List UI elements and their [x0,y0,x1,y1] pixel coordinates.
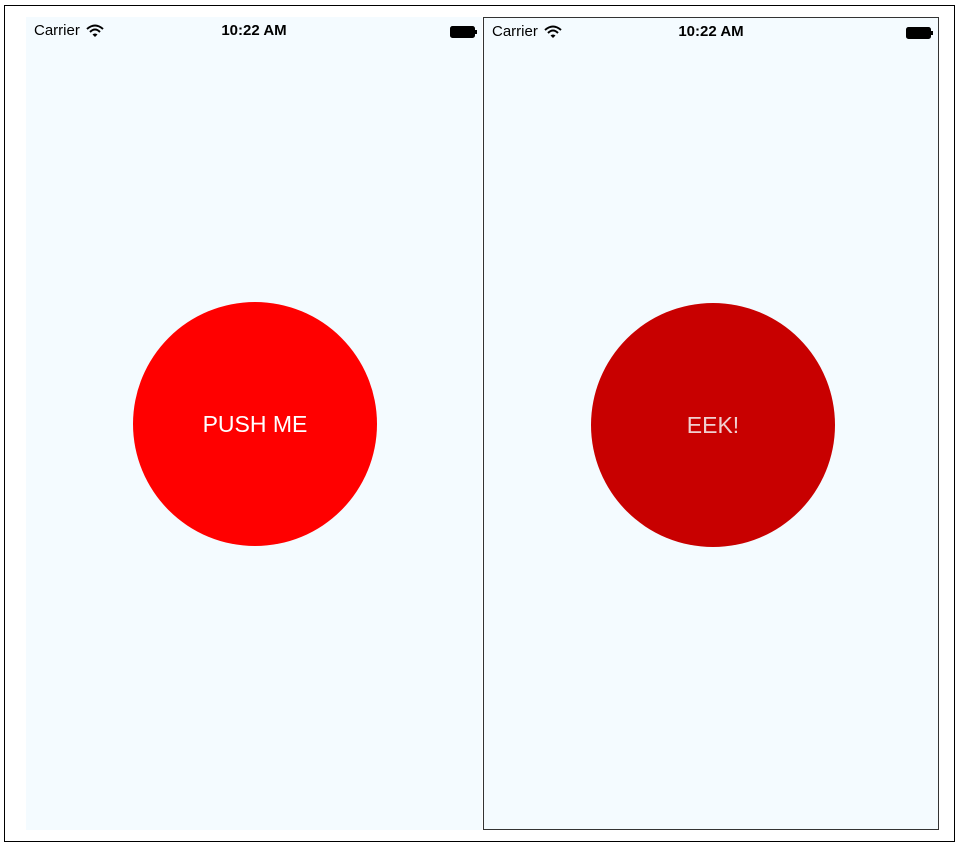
status-bar: Carrier 10:22 AM [26,17,482,45]
phone-screen-normal: Carrier 10:22 AM PUSH ME [26,17,482,830]
push-me-button[interactable]: PUSH ME [133,302,377,546]
eek-label: EEK! [686,411,740,438]
status-time: 10:22 AM [678,23,744,40]
eek-button[interactable]: EEK! [591,303,835,547]
status-bar: Carrier 10:22 AM [484,18,938,46]
phone-screen-pressed: Carrier 10:22 AM EEK! [483,17,939,830]
battery-icon [906,26,934,39]
push-me-label: PUSH ME [202,410,308,437]
battery-icon [450,25,478,38]
status-time: 10:22 AM [221,22,287,39]
